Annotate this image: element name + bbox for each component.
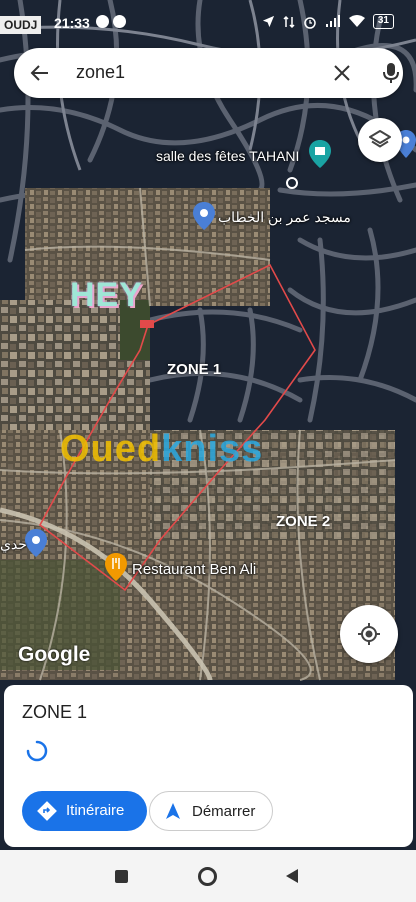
start-label: Démarrer (192, 803, 256, 820)
notification-app-icon (96, 15, 109, 28)
carrier-label: OUDJ (0, 16, 42, 34)
back-icon[interactable] (286, 869, 298, 883)
navigation-arrow-icon (166, 803, 180, 819)
wifi-icon (348, 15, 365, 27)
crosshair-icon (358, 623, 380, 645)
place-card[interactable]: ZONE 1 Itinéraire Démarrer (4, 685, 413, 847)
mosque-pin-icon[interactable] (193, 202, 215, 230)
recents-icon[interactable] (115, 870, 128, 883)
battery-indicator: 31 (372, 14, 394, 29)
alarm-icon (304, 16, 316, 29)
notification-icons (96, 15, 126, 28)
directions-label: Itinéraire (66, 802, 125, 819)
google-logo: Google (18, 643, 91, 666)
system-nav-bar (0, 850, 416, 902)
messenger-icon (113, 15, 126, 28)
zone2-map-label: ZONE 2 (276, 513, 331, 530)
restaurant-pin-icon[interactable] (105, 553, 127, 581)
layers-button[interactable] (358, 118, 402, 162)
watermark-part1: Oued (60, 428, 162, 470)
close-icon[interactable] (330, 61, 354, 85)
directions-icon (37, 801, 57, 821)
venue-pin-icon[interactable] (309, 140, 331, 168)
status-bar: OUDJ 21:33 31 (0, 0, 416, 44)
place-label-restaurant[interactable]: Restaurant Ben Ali (132, 561, 256, 578)
home-icon[interactable] (198, 867, 217, 886)
roundabout-icon (286, 177, 298, 189)
place-title: ZONE 1 (22, 702, 88, 722)
my-location-button[interactable] (340, 605, 398, 663)
watermark: Ouedkniss (60, 428, 263, 471)
search-bar[interactable]: zone1 (14, 48, 403, 98)
left-place-pin-icon[interactable] (25, 529, 47, 557)
search-query[interactable]: zone1 (76, 62, 125, 83)
microphone-icon[interactable] (378, 60, 404, 86)
start-button[interactable]: Démarrer (149, 791, 273, 831)
loading-spinner-icon (26, 740, 48, 762)
watermark-part2: kniss (161, 428, 264, 470)
place-label-venue[interactable]: salle des fêtes TAHANI (156, 148, 299, 164)
place-label-left[interactable]: حدي (0, 536, 27, 553)
back-arrow-icon[interactable] (28, 61, 52, 85)
place-label-mosque[interactable]: مسجد عمر بن الخطاب (218, 209, 351, 226)
data-arrows-icon (283, 15, 295, 28)
status-time: 21:33 (54, 15, 90, 31)
hey-sticker: HEY (70, 276, 143, 314)
screen: salle des fêtes TAHANI مسجد عمر بن الخطا… (0, 0, 416, 902)
location-arrow-icon (262, 15, 274, 28)
zone1-map-label: ZONE 1 (167, 361, 222, 378)
system-icons: 31 (262, 14, 394, 29)
signal-icon (325, 15, 340, 27)
layers-icon (369, 130, 391, 148)
directions-button[interactable]: Itinéraire (22, 791, 147, 831)
